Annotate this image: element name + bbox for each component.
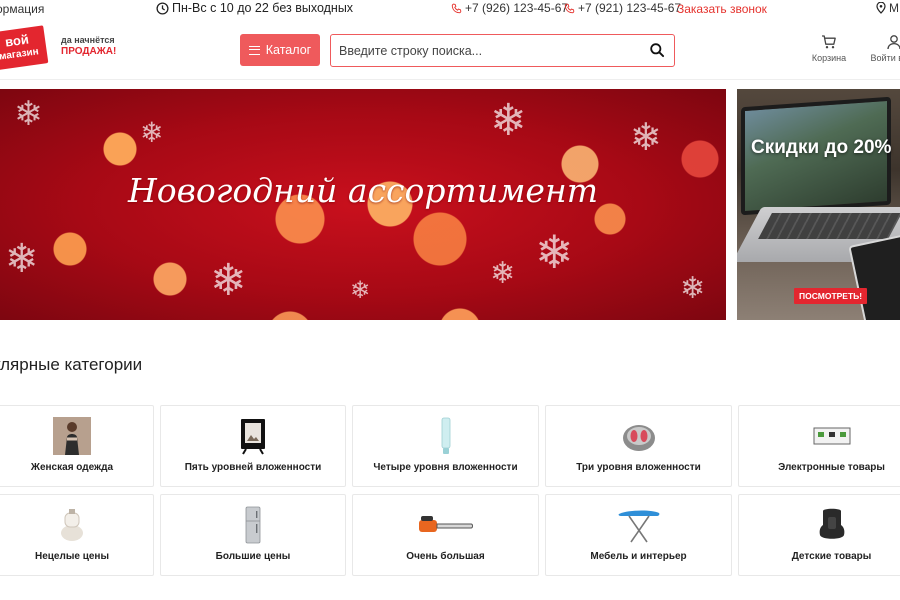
snowflake-icon: ❄ bbox=[490, 257, 516, 290]
category-label: Детские товары bbox=[791, 551, 872, 562]
category-card[interactable]: Очень большая bbox=[352, 494, 539, 576]
discount-banner[interactable]: Скидки до 20% ПОСМОТРЕТЬ! bbox=[737, 89, 900, 320]
ironing-board-icon bbox=[616, 506, 662, 544]
category-label: Пять уровней вложенности bbox=[184, 462, 322, 473]
category-card[interactable]: Женская одежда bbox=[0, 405, 154, 487]
foot-spa-icon bbox=[619, 417, 659, 455]
cream-tube-icon bbox=[426, 417, 466, 455]
category-label: Очень большая bbox=[406, 551, 485, 562]
top-bar: ормация Пн-Вс с 10 до 22 без выходных +7… bbox=[0, 0, 900, 18]
snowflake-icon: ❄ bbox=[535, 226, 574, 278]
phone-1[interactable]: +7 (926) 123-45-67 bbox=[451, 1, 568, 15]
snowflake-icon: ❄ bbox=[490, 96, 527, 145]
laptop-keyboard-image bbox=[758, 213, 900, 239]
discount-title: Скидки до 20% bbox=[751, 137, 892, 158]
login-button[interactable]: Войти в к bbox=[860, 34, 900, 63]
slogan: да начнётся продажа! bbox=[61, 34, 116, 58]
phone-icon bbox=[564, 3, 575, 13]
dress-photo-icon bbox=[52, 417, 92, 455]
cart-button[interactable]: Корзина bbox=[808, 34, 850, 63]
router-device-icon bbox=[812, 417, 852, 455]
snowflake-icon: ❄ bbox=[210, 256, 247, 305]
category-label: Женская одежда bbox=[30, 462, 114, 473]
category-label: Четыре уровня вложенности bbox=[373, 462, 518, 473]
login-label: Войти в к bbox=[870, 53, 900, 63]
category-card[interactable]: Мебель и интерьер bbox=[545, 494, 732, 576]
search-icon[interactable] bbox=[649, 42, 665, 58]
category-label: Нецелые цены bbox=[34, 551, 109, 562]
category-card[interactable]: Электронные товары bbox=[738, 405, 900, 487]
clock-icon bbox=[156, 1, 169, 15]
category-card[interactable]: Детские товары bbox=[738, 494, 900, 576]
category-label: Электронные товары bbox=[778, 462, 885, 473]
photo-frame-icon bbox=[233, 417, 273, 455]
phone-2-text: +7 (921) 123-45-67 bbox=[578, 1, 682, 15]
snowflake-icon: ❄ bbox=[5, 237, 39, 281]
snowflake-icon: ❄ bbox=[350, 277, 371, 304]
category-card[interactable]: Большие цены bbox=[160, 494, 346, 576]
category-label: Большие цены bbox=[215, 551, 291, 562]
user-icon bbox=[887, 35, 900, 50]
logo[interactable]: вой магазин bbox=[0, 25, 49, 71]
cart-icon bbox=[822, 35, 836, 49]
tablet-image bbox=[848, 233, 900, 320]
cart-label: Корзина bbox=[811, 53, 847, 63]
new-year-banner[interactable]: ❄ ❄ ❄ ❄ ❄ ❄ ❄ ❄ ❄ ❄ Новогодний ассортиме… bbox=[0, 89, 726, 320]
category-card[interactable]: Три уровня вложенности bbox=[545, 405, 732, 487]
location-pin-icon bbox=[876, 2, 886, 14]
menu-icon bbox=[248, 45, 260, 55]
chainsaw-icon bbox=[416, 506, 476, 544]
phone-2[interactable]: +7 (921) 123-45-67 bbox=[564, 1, 681, 15]
category-card[interactable]: Нецелые цены bbox=[0, 494, 154, 576]
phone-1-text: +7 (926) 123-45-67 bbox=[465, 1, 569, 15]
kitchen-mixer-icon bbox=[52, 506, 92, 544]
snowflake-icon: ❄ bbox=[680, 272, 706, 305]
fridge-icon bbox=[233, 506, 273, 544]
category-card[interactable]: Четыре уровня вложенности bbox=[352, 405, 539, 487]
view-button[interactable]: ПОСМОТРЕТЬ! bbox=[794, 288, 868, 304]
snowflake-icon: ❄ bbox=[630, 117, 662, 159]
slogan-line-2: продажа! bbox=[61, 46, 117, 57]
city-selector[interactable]: М bbox=[876, 1, 899, 15]
snowflake-icon: ❄ bbox=[14, 95, 43, 133]
catalog-button[interactable]: Каталог bbox=[240, 34, 320, 66]
car-seat-icon bbox=[812, 506, 852, 544]
snowflake-icon: ❄ bbox=[140, 117, 164, 148]
header: вой магазин да начнётся продажа! Каталог… bbox=[0, 18, 900, 80]
phone-icon bbox=[451, 3, 462, 13]
slogan-line-1: да начнётся bbox=[61, 35, 115, 45]
search-input[interactable] bbox=[339, 41, 639, 61]
category-label: Три уровня вложенности bbox=[576, 462, 701, 473]
search-box bbox=[330, 34, 675, 67]
category-card[interactable]: Пять уровней вложенности bbox=[160, 405, 346, 487]
section-title: улярные категории bbox=[0, 355, 143, 374]
category-label: Мебель и интерьер bbox=[590, 551, 687, 562]
city-name: М bbox=[889, 1, 899, 15]
catalog-label: Каталог bbox=[265, 43, 312, 57]
callback-link[interactable]: Заказать звонок bbox=[677, 2, 767, 16]
working-hours: Пн-Вс с 10 до 22 без выходных bbox=[156, 1, 353, 15]
working-hours-text: Пн-Вс с 10 до 22 без выходных bbox=[172, 1, 354, 15]
banner-title: Новогодний ассортимент bbox=[127, 171, 598, 210]
info-link[interactable]: ормация bbox=[0, 2, 44, 16]
